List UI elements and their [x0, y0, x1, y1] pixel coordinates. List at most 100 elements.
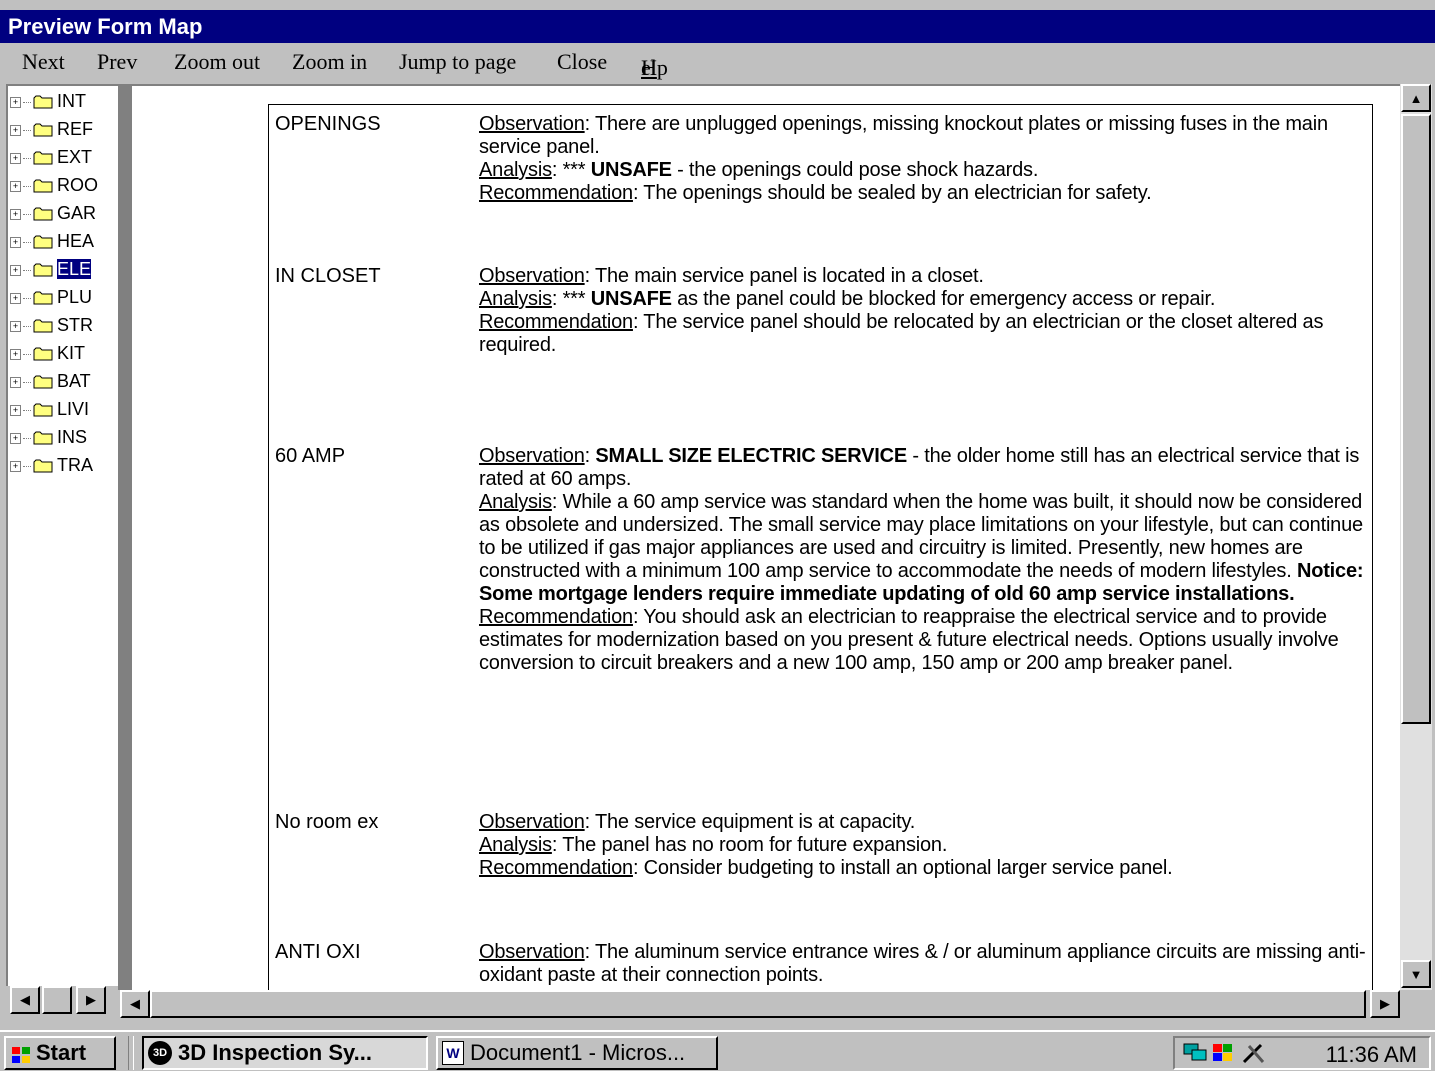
tree-scroll-right-button[interactable]: ▶: [76, 986, 106, 1014]
taskbar: Start 3D 3D Inspection Sy... W Document1…: [0, 1030, 1435, 1070]
tree-item[interactable]: + GAR: [10, 200, 96, 226]
tree-item[interactable]: + BAT: [10, 368, 91, 394]
tree-item-label: KIT: [57, 343, 86, 363]
windows-logo-icon: [10, 1043, 32, 1063]
recommendation-label: Recommendation: [479, 606, 633, 628]
recommendation-line: Recommendation: The service panel should…: [479, 311, 1369, 357]
observation-text: : The main service panel is located in a…: [584, 265, 984, 287]
tree-item[interactable]: + LIVI: [10, 396, 89, 422]
expand-icon[interactable]: +: [10, 292, 21, 304]
observation-label: Observation: [479, 445, 585, 467]
report-page: OPENINGS Observation: There are unplugge…: [268, 104, 1373, 990]
scroll-right-button[interactable]: ▶: [1370, 990, 1400, 1018]
expand-icon[interactable]: +: [10, 460, 21, 472]
expand-icon[interactable]: +: [10, 320, 21, 332]
expand-icon[interactable]: +: [10, 376, 21, 388]
analysis-text: - the openings could pose shock hazards.: [671, 159, 1039, 181]
menu-zoom-out[interactable]: Zoom out: [174, 49, 260, 75]
tree-item[interactable]: + STR: [10, 312, 93, 338]
tools-icon[interactable]: [1241, 1042, 1265, 1064]
tree-item[interactable]: + EXT: [10, 144, 92, 170]
folder-icon: [33, 263, 53, 277]
menu-next[interactable]: Next: [22, 49, 65, 75]
expand-icon[interactable]: +: [10, 236, 21, 248]
analysis-label: Analysis: [479, 159, 552, 181]
horizontal-scroll-thumb[interactable]: [150, 990, 1366, 1018]
expand-icon[interactable]: +: [10, 432, 21, 444]
menu-prev[interactable]: Prev: [97, 49, 137, 75]
folder-icon: [33, 347, 53, 361]
folder-icon: [33, 235, 53, 249]
expand-icon[interactable]: +: [10, 348, 21, 360]
windows-tray-icon[interactable]: [1211, 1042, 1233, 1062]
menu-jump-to-page[interactable]: Jump to page: [399, 49, 516, 75]
section-body-noroom: Observation: The service equipment is at…: [479, 811, 1369, 880]
folder-icon: [33, 459, 53, 473]
observation-highlight: SMALL SIZE ELECTRIC SERVICE: [595, 445, 908, 467]
tree-item[interactable]: + TRA: [10, 452, 93, 478]
task-3d-inspection[interactable]: 3D 3D Inspection Sy...: [142, 1036, 428, 1070]
word-document-icon: W: [442, 1041, 464, 1065]
expand-icon[interactable]: +: [10, 180, 21, 192]
horizontal-scrollbar[interactable]: ◀ ▶: [120, 990, 1400, 1018]
tree-horizontal-scrollbar[interactable]: ◀ ▶: [6, 986, 118, 1016]
section-tree[interactable]: + INT + REF + EXT + ROO + GAR + HEA + ELE + PLU …: [6, 84, 118, 986]
start-label: Start: [36, 1040, 87, 1065]
observation-text: : There are unplugged openings, missing …: [479, 113, 1328, 158]
analysis-line: Analysis: While a 60 amp service was sta…: [479, 491, 1369, 606]
tree-item[interactable]: + REF: [10, 116, 93, 142]
analysis-text: : While a 60 amp service was standard wh…: [479, 491, 1363, 582]
tree-item[interactable]: + INS: [10, 424, 87, 450]
menu-bar: Next Prev Zoom out Zoom in Jump to page …: [0, 43, 1435, 81]
expand-icon[interactable]: +: [10, 208, 21, 220]
section-body-60amp: Observation: SMALL SIZE ELECTRIC SERVICE…: [479, 445, 1369, 675]
section-title-noroom: No room ex: [275, 811, 379, 833]
menu-zoom-in[interactable]: Zoom in: [292, 49, 367, 75]
expand-icon[interactable]: +: [10, 404, 21, 416]
scroll-down-button[interactable]: ▼: [1401, 960, 1431, 988]
window-title: Preview Form Map: [8, 14, 203, 39]
start-button[interactable]: Start: [4, 1036, 116, 1070]
menu-close[interactable]: Close: [557, 49, 607, 75]
expand-icon[interactable]: +: [10, 264, 21, 276]
network-icon[interactable]: [1183, 1042, 1207, 1062]
recommendation-text: : Consider budgeting to install an optio…: [632, 857, 1173, 879]
tree-item-label: GAR: [57, 203, 97, 223]
task-document1[interactable]: W Document1 - Micros...: [436, 1036, 718, 1070]
tree-item[interactable]: + KIT: [10, 340, 85, 366]
scroll-up-button[interactable]: ▲: [1401, 84, 1431, 112]
observation-label: Observation: [479, 941, 585, 963]
analysis-line: Analysis: The panel has no room for futu…: [479, 834, 1369, 857]
scroll-left-button[interactable]: ◀: [120, 990, 150, 1018]
app-3d-icon: 3D: [148, 1041, 172, 1065]
folder-icon: [33, 151, 53, 165]
tree-item[interactable]: + INT: [10, 88, 86, 114]
tree-item[interactable]: + ROO: [10, 172, 98, 198]
task-label: Document1 - Micros...: [470, 1040, 686, 1065]
tree-scroll-thumb[interactable]: [42, 986, 72, 1014]
section-title-closet: IN CLOSET: [275, 265, 381, 287]
tree-item-label: ELE: [55, 258, 93, 280]
expand-icon[interactable]: +: [10, 96, 21, 108]
tree-item-label: EXT: [57, 147, 93, 167]
observation-line: Observation: The main service panel is l…: [479, 265, 1369, 288]
vertical-scrollbar[interactable]: ▲ ▼: [1400, 84, 1432, 990]
pane-splitter[interactable]: [118, 84, 132, 990]
expand-icon[interactable]: +: [10, 152, 21, 164]
tree-scroll-left-button[interactable]: ◀: [10, 986, 40, 1014]
tree-item-label: ROO: [57, 175, 99, 195]
taskbar-divider: [128, 1036, 134, 1070]
tree-item[interactable]: + HEA: [10, 228, 94, 254]
analysis-prefix: : ***: [551, 159, 591, 181]
expand-icon[interactable]: +: [10, 124, 21, 136]
vertical-scroll-thumb[interactable]: [1401, 114, 1431, 724]
tree-item-selected[interactable]: + ELE: [10, 256, 93, 282]
recommendation-text: : The openings should be sealed by an el…: [632, 182, 1152, 204]
folder-icon: [33, 375, 53, 389]
arrow-right-icon: ▶: [1380, 996, 1390, 1011]
section-title-60amp: 60 AMP: [275, 445, 346, 467]
window-title-bar[interactable]: Preview Form Map: [0, 10, 1435, 43]
folder-icon: [33, 319, 53, 333]
tree-item[interactable]: + PLU: [10, 284, 92, 310]
tree-item-label: LIVI: [57, 399, 90, 419]
